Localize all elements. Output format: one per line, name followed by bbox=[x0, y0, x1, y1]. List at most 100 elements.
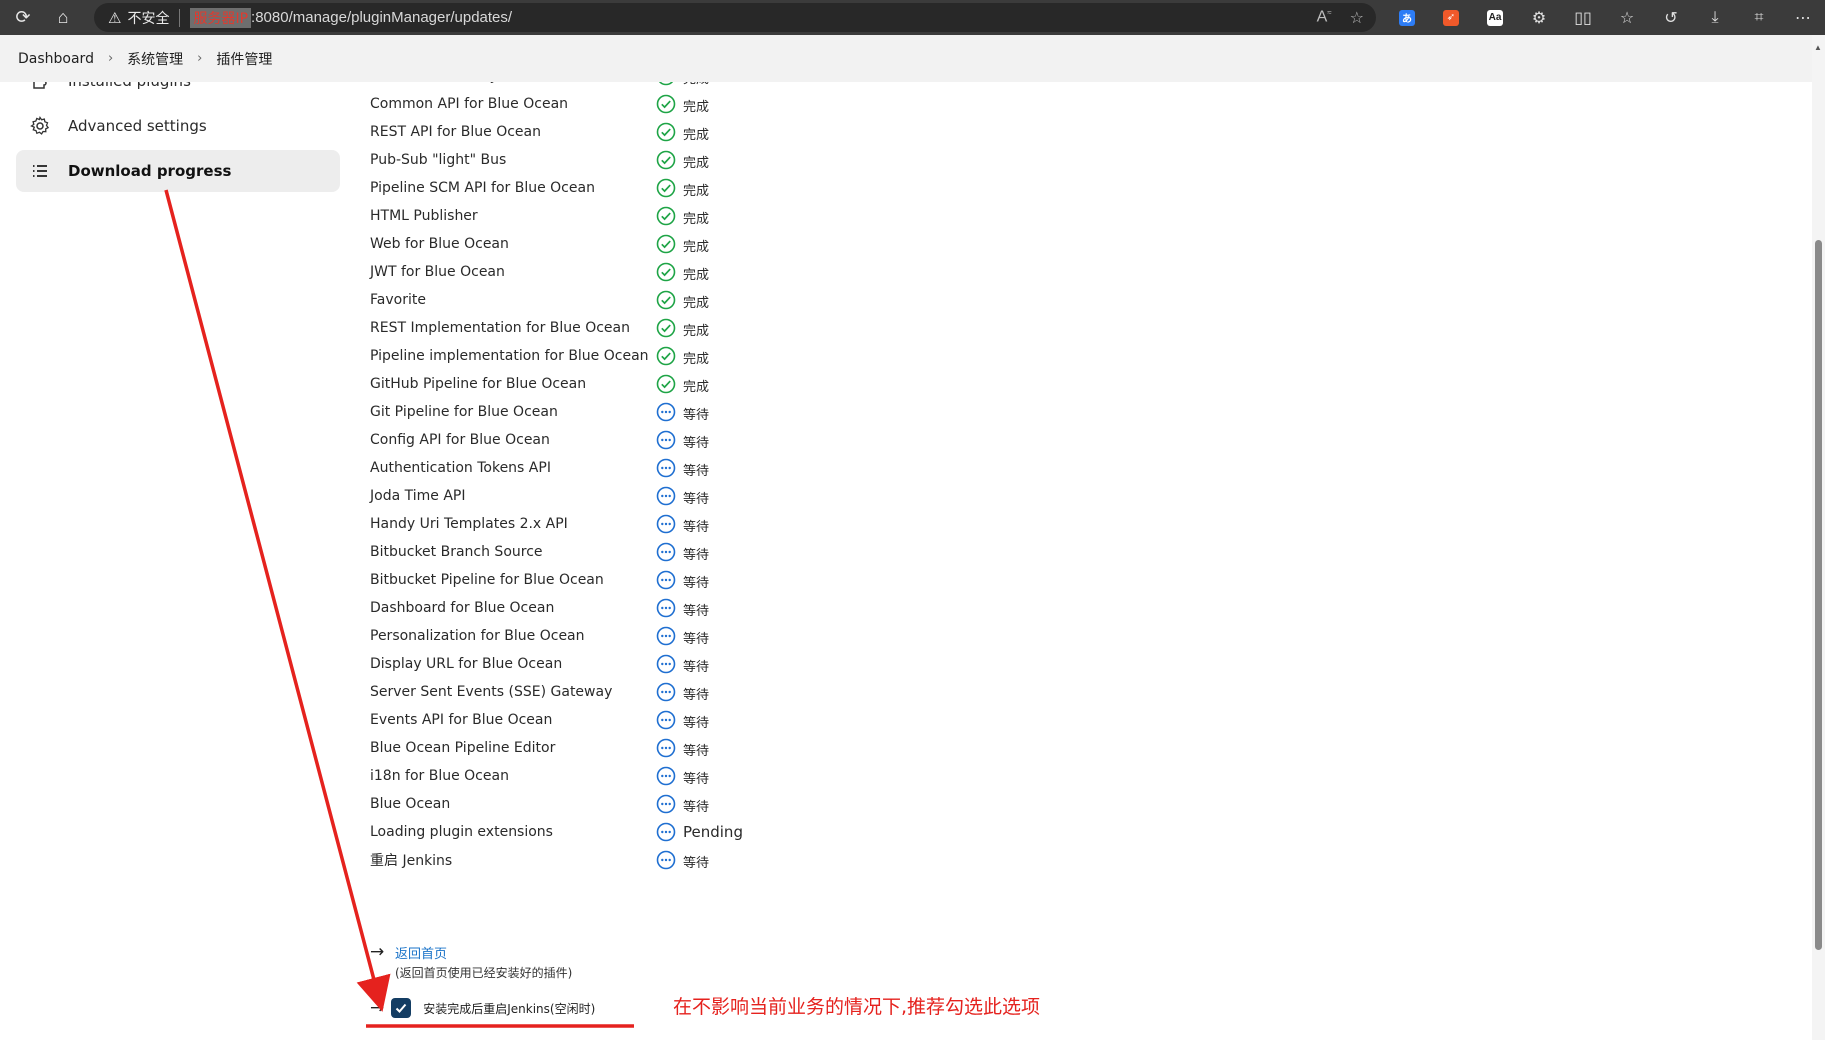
plugin-row: Pipeline implementation for Blue Ocean 完成 bbox=[370, 342, 790, 370]
breadcrumb-dashboard[interactable]: Dashboard bbox=[18, 51, 94, 67]
plugin-name: Authentication Tokens API bbox=[370, 460, 551, 476]
plugin-status: 等待 bbox=[683, 688, 710, 703]
restart-checkbox[interactable] bbox=[391, 998, 412, 1018]
plugin-row: i18n for Blue Ocean 等待 bbox=[370, 762, 790, 790]
plugin-status: 完成 bbox=[683, 128, 710, 143]
plugin-row: Personalization for Blue Ocean 等待 bbox=[370, 622, 790, 650]
pending-dots-icon bbox=[656, 738, 676, 758]
address-bar[interactable]: ⚠ 不安全 服务器IP :8080/manage/pluginManager/u… bbox=[94, 3, 1376, 32]
home-icon[interactable]: ⌂ bbox=[43, 0, 83, 35]
pending-dots-icon bbox=[656, 542, 676, 562]
annotation-arrow bbox=[164, 189, 391, 1012]
plugin-status: 等待 bbox=[683, 660, 710, 675]
plugin-row: HTML Publisher 完成 bbox=[370, 202, 790, 230]
back-to-home-hint: (返回首页使用已经安装好的插件) bbox=[395, 966, 573, 980]
plugin-name: Pipeline SCM API for Blue Ocean bbox=[370, 180, 595, 196]
arrow-right-icon: → bbox=[370, 998, 385, 1018]
extension-swift-icon[interactable]: ➶ bbox=[1429, 0, 1473, 35]
plugin-name: Display URL for Blue Ocean bbox=[370, 656, 563, 672]
plugin-name: Pipeline implementation for Blue Ocean bbox=[370, 348, 649, 364]
plugin-name: Blue Ocean bbox=[370, 796, 451, 812]
pending-dots-icon bbox=[656, 682, 676, 702]
plugin-name: Handy Uri Templates 2.x API bbox=[370, 516, 568, 532]
plugin-row: Bitbucket Pipeline for Blue Ocean 等待 bbox=[370, 566, 790, 594]
pending-dots-icon bbox=[656, 570, 676, 590]
sidebar-item-advanced-settings[interactable]: Advanced settings bbox=[16, 105, 340, 147]
plugin-status: 等待 bbox=[683, 632, 710, 647]
download-icon[interactable]: ⤓ bbox=[1693, 0, 1737, 35]
translate-icon[interactable]: あ bbox=[1385, 0, 1429, 35]
check-circle-icon bbox=[656, 94, 676, 114]
refresh-icon[interactable]: ⟳ bbox=[3, 0, 43, 35]
plugin-row: Pub-Sub "light" Bus 完成 bbox=[370, 146, 790, 174]
breadcrumb-system-manage[interactable]: 系统管理 bbox=[127, 49, 183, 69]
split-screen-icon[interactable]: ▯▯ bbox=[1561, 0, 1605, 35]
plugin-row: Handy Uri Templates 2.x API 等待 bbox=[370, 510, 790, 538]
plugin-row: 重启 Jenkins 等待 bbox=[370, 846, 790, 874]
screenshot-icon[interactable]: ⌗ bbox=[1737, 0, 1781, 35]
plugin-row: Web for Blue Ocean 完成 bbox=[370, 230, 790, 258]
plugin-name: Events API for Blue Ocean bbox=[370, 712, 553, 728]
plugin-name: Dashboard for Blue Ocean bbox=[370, 600, 555, 616]
plugin-name: Bitbucket Pipeline for Blue Ocean bbox=[370, 572, 604, 588]
plugin-row: REST Implementation for Blue Ocean 完成 bbox=[370, 314, 790, 342]
plugin-name: GitHub Pipeline for Blue Ocean bbox=[370, 376, 587, 392]
check-circle-icon bbox=[656, 346, 676, 366]
chevron-right-icon: › bbox=[107, 51, 114, 66]
plugin-row: Blue Ocean 等待 bbox=[370, 790, 790, 818]
arrow-right-icon: → bbox=[370, 942, 385, 962]
pending-dots-icon bbox=[656, 486, 676, 506]
history-icon[interactable]: ↺ bbox=[1649, 0, 1693, 35]
read-aloud-icon[interactable]: A≈ bbox=[1317, 8, 1332, 28]
warning-icon: ⚠ bbox=[108, 9, 122, 27]
footer-links: → 返回首页 (返回首页使用已经安装好的插件) bbox=[370, 940, 572, 981]
plugin-name: Server Sent Events (SSE) Gateway bbox=[370, 684, 613, 700]
sidebar-item-download-progress[interactable]: Download progress bbox=[16, 150, 340, 192]
pending-dots-icon bbox=[656, 430, 676, 450]
plugin-status: 等待 bbox=[683, 436, 710, 451]
extensions-icon[interactable]: ⚙ bbox=[1517, 0, 1561, 35]
plugin-name: Personalization for Blue Ocean bbox=[370, 628, 585, 644]
plugin-status: 等待 bbox=[683, 604, 710, 619]
scrollbar-thumb[interactable] bbox=[1815, 240, 1822, 950]
extension-dictionary-icon[interactable]: Aa bbox=[1473, 0, 1517, 35]
annotation-text: 在不影响当前业务的情况下,推荐勾选此选项 bbox=[673, 996, 1041, 1018]
back-to-home-link[interactable]: 返回首页 bbox=[395, 943, 447, 962]
plugin-status: 等待 bbox=[683, 716, 710, 731]
plugin-row: Bitbucket Branch Source 等待 bbox=[370, 538, 790, 566]
plugin-progress-list: Blue Ocean Core JS完成Common API for Blue … bbox=[370, 62, 790, 874]
security-label: 不安全 bbox=[127, 10, 170, 27]
breadcrumb-plugin-manager[interactable]: 插件管理 bbox=[216, 49, 272, 69]
plugin-row: Authentication Tokens API 等待 bbox=[370, 454, 790, 482]
plugin-status: 完成 bbox=[683, 352, 710, 367]
more-menu-icon[interactable]: ⋯ bbox=[1781, 0, 1825, 35]
plugin-name: HTML Publisher bbox=[370, 208, 478, 224]
check-circle-icon bbox=[656, 290, 676, 310]
plugin-row: Display URL for Blue Ocean 等待 bbox=[370, 650, 790, 678]
plugin-status: 完成 bbox=[683, 212, 710, 227]
plugin-name: Bitbucket Branch Source bbox=[370, 544, 543, 560]
pending-dots-icon bbox=[656, 598, 676, 618]
address-divider bbox=[179, 8, 181, 27]
pending-dots-icon bbox=[656, 710, 676, 730]
page-scrollbar[interactable]: ▲ bbox=[1812, 35, 1825, 1040]
favorites-icon[interactable]: ☆ bbox=[1605, 0, 1649, 35]
plugin-status: 等待 bbox=[683, 744, 710, 759]
restart-checkbox-label[interactable]: 安装完成后重启Jenkins(空闲时) bbox=[423, 1000, 595, 1017]
plugin-status: 等待 bbox=[683, 576, 710, 591]
pending-dots-icon bbox=[656, 402, 676, 422]
plugin-name: JWT for Blue Ocean bbox=[370, 264, 505, 280]
list-icon bbox=[28, 161, 52, 181]
favorite-star-icon[interactable]: ☆ bbox=[1350, 8, 1364, 28]
plugin-row: Server Sent Events (SSE) Gateway 等待 bbox=[370, 678, 790, 706]
plugin-name: REST API for Blue Ocean bbox=[370, 124, 541, 140]
plugin-name: Blue Ocean Pipeline Editor bbox=[370, 740, 556, 756]
plugin-status: 等待 bbox=[683, 520, 710, 535]
plugin-status: 完成 bbox=[683, 324, 710, 339]
check-circle-icon bbox=[656, 122, 676, 142]
plugin-name: Git Pipeline for Blue Ocean bbox=[370, 404, 558, 420]
scroll-up-icon[interactable]: ▲ bbox=[1814, 43, 1822, 52]
plugin-name: Loading plugin extensions bbox=[370, 824, 553, 840]
gear-icon bbox=[28, 116, 52, 136]
breadcrumb: Dashboard › 系统管理 › 插件管理 bbox=[0, 35, 1812, 82]
